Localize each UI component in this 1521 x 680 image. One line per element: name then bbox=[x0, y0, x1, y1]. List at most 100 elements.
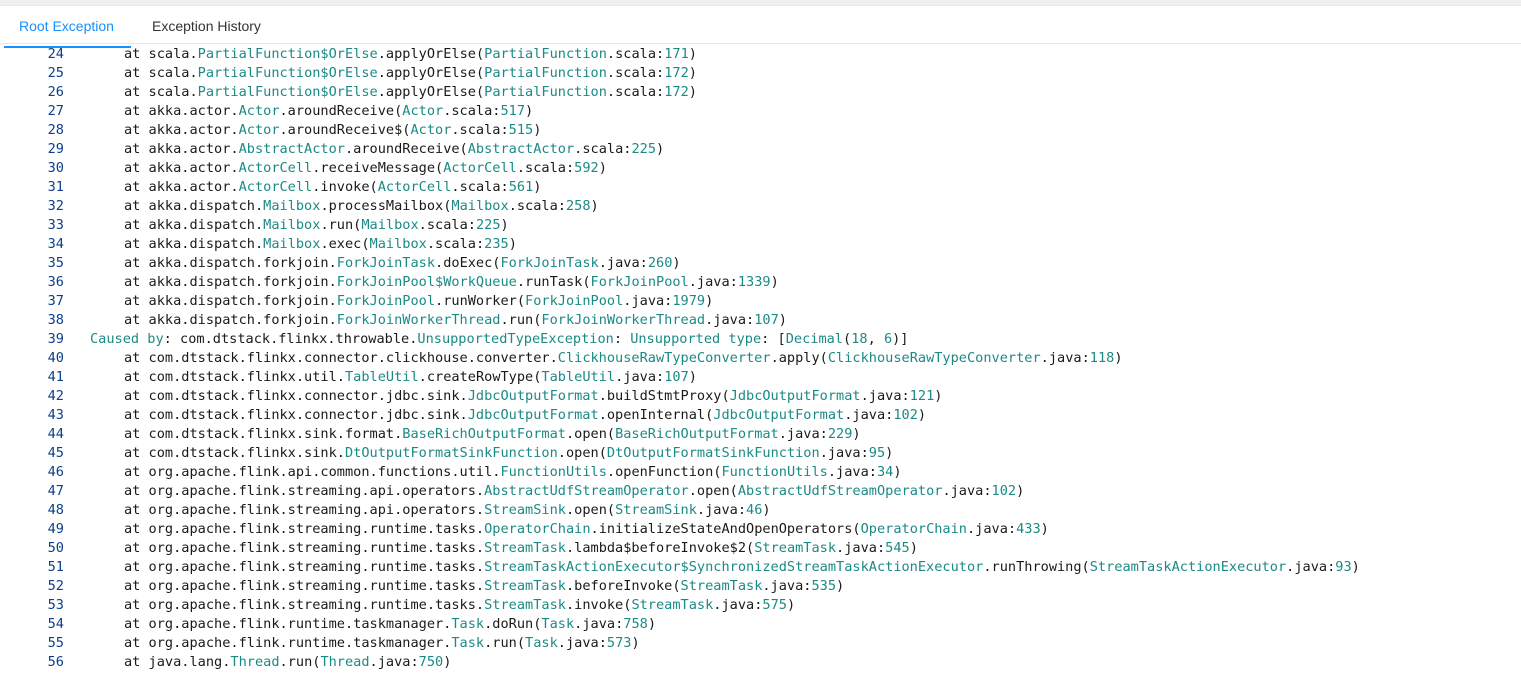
text-token: at com.dtstack.flinkx.sink. bbox=[124, 445, 345, 461]
text-token: ) bbox=[656, 141, 665, 157]
line-content: at com.dtstack.flinkx.connector.jdbc.sin… bbox=[124, 406, 926, 425]
text-token: .java: bbox=[574, 616, 624, 632]
text-token: .java: bbox=[836, 540, 886, 556]
tab-root-exception[interactable]: Root Exception bbox=[19, 6, 114, 43]
text-token: at com.dtstack.flinkx.util. bbox=[124, 369, 345, 385]
line-number: 42 bbox=[47, 388, 64, 404]
class-token: Mailbox bbox=[263, 236, 321, 252]
text-token: at com.dtstack.flinkx.sink.format. bbox=[124, 426, 403, 442]
text-token: .applyOrElse( bbox=[377, 46, 485, 62]
class-token: 1979 bbox=[672, 293, 706, 309]
class-token: ForkJoinWorkerThread bbox=[336, 312, 501, 328]
class-token: 561 bbox=[508, 179, 534, 195]
line-number: 50 bbox=[47, 540, 64, 556]
line-number: 54 bbox=[47, 616, 64, 632]
class-token: Mailbox bbox=[361, 217, 419, 233]
class-token: Decimal bbox=[785, 331, 843, 347]
text-token: ) bbox=[590, 198, 599, 214]
text-token: .java: bbox=[967, 521, 1017, 537]
text-token: : [ bbox=[761, 331, 786, 347]
line-number: 56 bbox=[47, 654, 64, 670]
text-token: .java: bbox=[369, 654, 419, 670]
class-token: 107 bbox=[754, 312, 779, 328]
text-token: ) bbox=[688, 46, 697, 62]
line-number: 34 bbox=[47, 236, 64, 252]
class-token: Mailbox bbox=[263, 198, 321, 214]
class-token: 102 bbox=[991, 483, 1017, 499]
text-token: at akka.dispatch. bbox=[124, 236, 264, 252]
line-content: at com.dtstack.flinkx.connector.clickhou… bbox=[124, 349, 1123, 368]
line-content: at akka.dispatch.Mailbox.run(Mailbox.sca… bbox=[124, 216, 509, 235]
text-token: .scala: bbox=[606, 84, 665, 100]
line-content: at org.apache.flink.streaming.runtime.ta… bbox=[124, 577, 844, 596]
class-token: ClickhouseRawTypeConverter bbox=[827, 350, 1041, 366]
text-token: at org.apache.flink.streaming.runtime.ta… bbox=[124, 578, 485, 594]
text-token: at com.dtstack.flinkx.connector.jdbc.sin… bbox=[124, 407, 468, 423]
line-number: 26 bbox=[47, 84, 64, 100]
class-token: Task bbox=[451, 635, 485, 651]
text-token: .runThrowing( bbox=[983, 559, 1090, 575]
text-token: at akka.actor. bbox=[124, 141, 239, 157]
text-token: ) bbox=[1114, 350, 1123, 366]
text-token: ) bbox=[631, 635, 640, 651]
class-token: ForkJoinTask bbox=[336, 255, 436, 271]
text-token: .run( bbox=[279, 654, 321, 670]
class-token: Actor bbox=[410, 122, 452, 138]
text-token: at akka.actor. bbox=[124, 160, 239, 176]
class-token: FunctionUtils bbox=[721, 464, 828, 480]
text-token: .scala: bbox=[426, 236, 485, 252]
class-token: ForkJoinPool bbox=[336, 293, 436, 309]
class-token: OperatorChain bbox=[860, 521, 967, 537]
line-number: 41 bbox=[47, 369, 64, 385]
line-number: 43 bbox=[47, 407, 64, 423]
class-token: 102 bbox=[893, 407, 918, 423]
class-token: BaseRichOutputFormat bbox=[615, 426, 779, 442]
text-token: .aroundReceive( bbox=[279, 103, 403, 119]
line-number: 46 bbox=[47, 464, 64, 480]
text-token: .initializeStateAndOpenOperators( bbox=[590, 521, 861, 537]
class-token: Task bbox=[525, 635, 558, 651]
text-token: .lambda$beforeInvoke$2( bbox=[565, 540, 755, 556]
text-token: .invoke( bbox=[565, 597, 632, 613]
text-token: .scala: bbox=[606, 65, 665, 81]
tab-exception-history[interactable]: Exception History bbox=[152, 6, 261, 43]
class-token: Task bbox=[541, 616, 575, 632]
text-token: .invoke( bbox=[312, 179, 378, 195]
class-token: Thread bbox=[320, 654, 370, 670]
class-token: 34 bbox=[876, 464, 894, 480]
text-token: at scala. bbox=[124, 65, 198, 81]
text-token: .java: bbox=[778, 426, 828, 442]
class-token: 535 bbox=[811, 578, 837, 594]
text-token: at org.apache.flink.streaming.api.operat… bbox=[124, 483, 485, 499]
line-number: 27 bbox=[47, 103, 64, 119]
text-token: .openInternal( bbox=[598, 407, 714, 423]
line-number: 30 bbox=[47, 160, 64, 176]
text-token: at scala. bbox=[124, 46, 198, 62]
text-token: .java: bbox=[713, 597, 763, 613]
text-token: at akka.actor. bbox=[124, 103, 239, 119]
line-number: 38 bbox=[47, 312, 64, 328]
class-token: 545 bbox=[885, 540, 910, 556]
class-token: StreamTask bbox=[484, 597, 566, 613]
text-token: ) bbox=[1040, 521, 1049, 537]
class-token: PartialFunction$OrElse bbox=[197, 84, 378, 100]
text-token: .java: bbox=[819, 445, 869, 461]
text-token: .runWorker( bbox=[435, 293, 526, 309]
stack-trace-viewer[interactable]: 24 at scala.PartialFunction$OrElse.applyO… bbox=[0, 44, 1521, 680]
text-token: ( bbox=[843, 331, 852, 347]
class-token: Mailbox bbox=[369, 236, 427, 252]
line-number: 40 bbox=[47, 350, 64, 366]
class-token: 260 bbox=[647, 255, 673, 271]
text-token: .run( bbox=[484, 635, 526, 651]
class-token: StreamTask bbox=[484, 540, 566, 556]
class-token: 573 bbox=[606, 635, 632, 651]
text-token: .open( bbox=[565, 502, 616, 518]
text-token: .applyOrElse( bbox=[377, 84, 485, 100]
class-token: 229 bbox=[827, 426, 853, 442]
text-token: at akka.actor. bbox=[124, 122, 239, 138]
line-content: at org.apache.flink.runtime.taskmanager.… bbox=[124, 615, 656, 634]
text-token: at org.apache.flink.streaming.api.operat… bbox=[124, 502, 485, 518]
line-content: at org.apache.flink.streaming.runtime.ta… bbox=[124, 596, 795, 615]
text-token: .java: bbox=[557, 635, 607, 651]
text-token: at com.dtstack.flinkx.connector.clickhou… bbox=[124, 350, 558, 366]
